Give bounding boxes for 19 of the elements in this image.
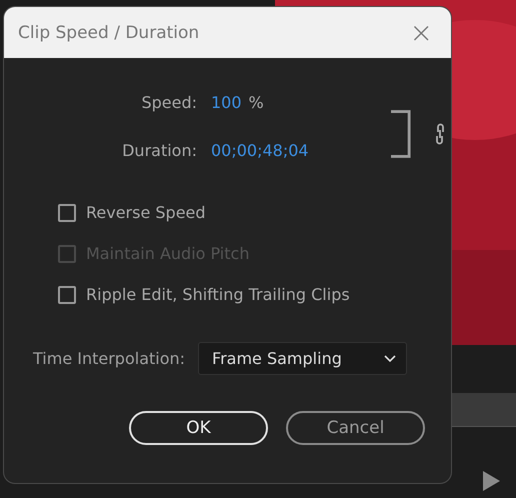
checkbox[interactable] <box>58 286 76 304</box>
checkbox-label: Reverse Speed <box>86 203 206 222</box>
close-button[interactable]: × <box>408 18 435 46</box>
ok-button[interactable]: OK <box>129 411 268 445</box>
speed-value[interactable]: 100 <box>211 92 242 112</box>
cancel-button[interactable]: Cancel <box>286 411 425 445</box>
dropdown[interactable]: Frame Sampling <box>198 342 408 375</box>
field-label: Time Interpolation: <box>33 349 186 368</box>
duration-value[interactable]: 00;00;48;04 <box>211 140 309 160</box>
checkbox[interactable] <box>58 204 76 222</box>
caret-icon <box>384 354 396 362</box>
unit-label: % <box>248 92 264 112</box>
field-label: Speed: <box>140 92 197 112</box>
checkbox-label: Ripple Edit, Shifting Trailing Clips <box>86 285 350 304</box>
bracket-icon <box>391 109 412 159</box>
link-icon[interactable] <box>434 122 446 146</box>
window-title: Clip Speed / Duration <box>18 22 200 42</box>
play-icon[interactable] <box>481 470 501 492</box>
field-label: Duration: <box>121 140 197 160</box>
